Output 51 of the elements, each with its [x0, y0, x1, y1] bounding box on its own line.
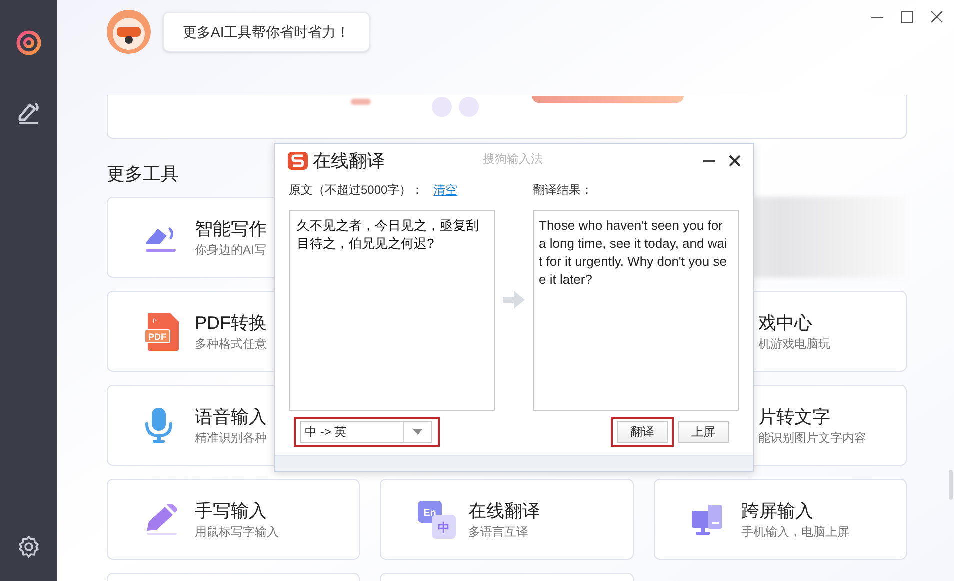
- mascot-avatar-icon: [107, 10, 151, 54]
- tool-description: 多种格式任意: [195, 336, 267, 352]
- tool-description: 多语言互译: [468, 524, 530, 540]
- language-direction: 中 -> 英: [304, 424, 348, 441]
- brand-label: 搜狗输入法: [483, 151, 543, 168]
- logo-icon: [288, 151, 308, 171]
- tool-card[interactable]: 跨屏输入 手机输入，电脑上屏: [654, 479, 907, 560]
- source-label: 原文（不超过5000字）：: [289, 182, 424, 199]
- tool-card[interactable]: 手写输入 用鼠标写字输入: [107, 479, 360, 560]
- section-title: 更多工具: [107, 164, 180, 184]
- language-select[interactable]: 中 -> 英: [300, 421, 432, 443]
- close-icon: [931, 11, 943, 23]
- tool-title: 语音输入: [195, 406, 267, 428]
- settings-icon[interactable]: [16, 535, 40, 559]
- tool-card[interactable]: En 中 在线翻译 多语言互译: [380, 479, 634, 560]
- tool-title: 戏中心: [758, 312, 814, 334]
- tool-description: 能识别图片文字内容: [758, 430, 867, 446]
- monitor-phone-icon: [692, 504, 722, 534]
- assistant-message: 更多AI工具帮你省时省力！: [183, 22, 350, 42]
- banner-shape: [432, 97, 452, 117]
- tool-title: 手写输入: [195, 500, 268, 522]
- tool-title: PDF转换: [195, 312, 267, 334]
- banner-shape: [351, 99, 371, 105]
- dialog-button[interactable]: 上屏: [678, 421, 729, 443]
- result-text-box: Those who haven't seen you for a long time, see it today, and wait for it urgently. Why don't you see it later?: [533, 210, 739, 411]
- tool-title: 智能写作: [195, 218, 267, 240]
- dialog-title: 在线翻译: [313, 150, 385, 173]
- dialog-button[interactable]: 翻译: [617, 421, 668, 443]
- close-icon: [729, 155, 741, 167]
- tool-title: 跨屏输入: [742, 500, 815, 522]
- tool-description: 手机输入，电脑上屏: [742, 524, 850, 540]
- tool-title: 在线翻译: [468, 500, 540, 522]
- caret-icon: [412, 429, 422, 435]
- result-label: 翻译结果：: [533, 182, 593, 199]
- target-icon[interactable]: [16, 30, 42, 56]
- tool-description: 精准识别各种: [195, 430, 267, 446]
- source-text-field[interactable]: 久不见之者，今日见之，亟复刮目待之，伯兄见之何迟?: [289, 210, 495, 411]
- tool-title: 片转文字: [758, 406, 832, 428]
- clear-link[interactable]: 清空: [434, 181, 458, 199]
- microphone-icon: [145, 408, 173, 444]
- maximize-icon: [901, 11, 913, 23]
- minimize-icon: [871, 16, 883, 18]
- arrow-right-icon: [503, 291, 525, 309]
- pencil-icon: [145, 504, 179, 536]
- tool-description: 机游戏电脑玩: [758, 336, 831, 352]
- scrollbar-thumb[interactable]: [949, 470, 953, 500]
- minimize-icon: [703, 160, 715, 162]
- close-button[interactable]: [727, 153, 743, 169]
- banner-shape: [459, 97, 479, 117]
- tool-description: 用鼠标写字输入: [195, 524, 279, 540]
- tool-description: 你身边的AI写: [195, 242, 267, 258]
